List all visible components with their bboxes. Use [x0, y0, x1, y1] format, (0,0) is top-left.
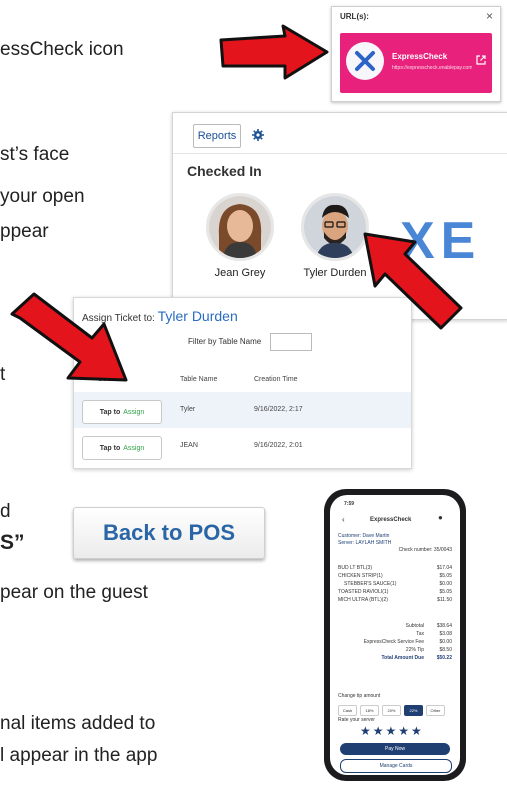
instruction-line-9: nal items added to [0, 713, 156, 734]
item-name: MICH ULTRA (BTL)(2) [338, 597, 388, 603]
total-label: 22% Tip [405, 647, 424, 653]
item-name: STEBBER'S SAUCE(1) [344, 581, 397, 587]
phone-mockup: 7:59 ‹ ExpressCheck ● Customer: Dave Mar… [324, 489, 466, 781]
total-value: $3.08 [439, 631, 452, 637]
instruction-line-7: S” [0, 531, 25, 554]
instruction-line-10: l appear in the app [0, 745, 158, 766]
item-price: $17.04 [436, 565, 452, 571]
instruction-line-6: d [0, 501, 11, 522]
external-link-icon[interactable] [476, 55, 486, 65]
item-price: $5.05 [439, 573, 452, 579]
instruction-line-3: your open [0, 186, 85, 207]
table-name-cell: Tyler [180, 406, 196, 413]
item-name: CHICKEN STRIP(1) [338, 573, 383, 579]
avatar [301, 193, 369, 261]
filter-input[interactable] [270, 333, 312, 351]
expresscheck-logo-icon [346, 42, 384, 80]
total-value: $0.00 [439, 639, 452, 645]
rate-label: Rate your server [338, 717, 375, 723]
instruction-line-2: st’s face [0, 144, 70, 165]
total-value: $8.50 [439, 647, 452, 653]
tip-option-selected[interactable]: 22% [404, 705, 423, 716]
table-name-cell: JEAN [180, 442, 198, 449]
avatar [206, 193, 274, 261]
reports-button[interactable]: Reports [193, 124, 241, 148]
item-price: $11.50 [437, 597, 452, 603]
creation-time-cell: 9/16/2022, 2:17 [254, 406, 303, 413]
app-url: https://expresscheck.enablepay.com/guest [392, 65, 472, 71]
url-card: URL(s): × ExpressCheck https://expressch… [331, 6, 501, 102]
gear-icon[interactable] [247, 124, 269, 146]
tip-option[interactable]: 20% [382, 705, 401, 716]
checked-in-title: Checked In [187, 163, 262, 179]
assign-guest-name: Tyler Durden [157, 308, 238, 324]
back-to-pos-button[interactable]: Back to POS [73, 507, 265, 559]
guest-name: Jean Grey [214, 267, 266, 279]
table-row: Tap to Assign Tyler 9/16/2022, 2:17 [74, 392, 411, 430]
back-chevron-icon[interactable]: ‹ [342, 515, 345, 524]
tip-option[interactable]: Other [426, 705, 445, 716]
app-name: ExpressCheck [392, 52, 448, 61]
tap-to-assign-button[interactable]: Tap to Assign [82, 436, 162, 460]
item-price: $0.00 [439, 581, 452, 587]
arrow-right-icon [219, 24, 329, 80]
user-icon[interactable]: ● [438, 513, 443, 522]
server-line: Server: LAYLAH SMITH [338, 540, 392, 546]
creation-time-cell: 9/16/2022, 2:01 [254, 442, 303, 449]
expresscheck-app-tile[interactable]: ExpressCheck https://expresscheck.enable… [340, 33, 492, 93]
item-price: $5.05 [439, 589, 452, 595]
instruction-line-1: essCheck icon [0, 39, 124, 60]
manage-cards-button[interactable]: Manage Cards [340, 759, 452, 773]
close-icon[interactable]: × [486, 9, 493, 23]
table-row: Tap to Assign JEAN 9/16/2022, 2:01 [74, 428, 411, 466]
status-time: 7:59 [344, 501, 355, 507]
total-label: Subtotal [405, 623, 424, 629]
column-header-creation-time: Creation Time [254, 376, 298, 383]
customer-line: Customer: Dave Martin [338, 533, 390, 539]
pay-now-button[interactable]: Pay Now [340, 743, 450, 755]
total-label: Total Amount Due [381, 655, 425, 661]
tip-option[interactable]: Cash [338, 705, 357, 716]
arrow-down-right-icon [10, 292, 128, 382]
tip-label: Change tip amount [338, 693, 381, 699]
panel-divider [173, 153, 507, 154]
guest-card-jean-grey[interactable]: Jean Grey [192, 193, 288, 279]
total-value: $38.64 [436, 623, 452, 629]
arrow-up-left-icon [363, 232, 463, 330]
total-label: Tax [416, 631, 424, 637]
check-number: Check number: 35/0043 [398, 547, 452, 553]
phone-header: ExpressCheck [370, 517, 412, 523]
phone-screen: 7:59 ‹ ExpressCheck ● Customer: Dave Mar… [330, 495, 460, 775]
star-rating-icon[interactable]: ★★★★★ [360, 724, 424, 738]
column-header-table-name: Table Name [180, 376, 218, 383]
tap-to-assign-button[interactable]: Tap to Assign [82, 400, 162, 424]
item-name: TOASTED RAVIOLI(1) [338, 589, 389, 595]
total-label: ExpressCheck Service Fee [363, 639, 424, 645]
instruction-line-4: ppear [0, 221, 49, 242]
tip-option[interactable]: 18% [360, 705, 379, 716]
url-card-title: URL(s): [340, 12, 369, 21]
total-value: $50.22 [436, 655, 452, 661]
instruction-line-8: pear on the guest [0, 582, 148, 603]
instruction-line-5: t [0, 364, 6, 385]
filter-label: Filter by Table Name [188, 337, 262, 346]
item-name: BUD LT BTL(3) [338, 565, 372, 571]
